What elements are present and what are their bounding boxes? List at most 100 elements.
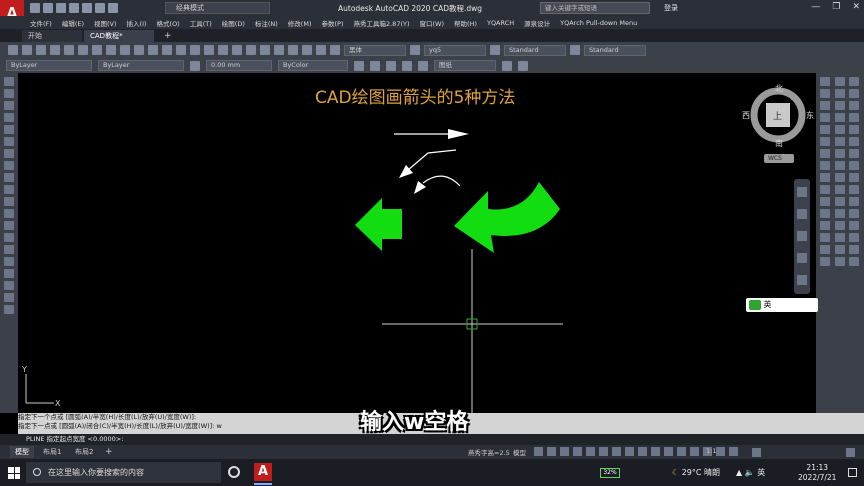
arc-icon[interactable] xyxy=(4,137,14,146)
match-properties-icon[interactable] xyxy=(134,45,144,55)
markup-icon[interactable] xyxy=(288,45,298,55)
yq-tool-20-icon[interactable] xyxy=(849,113,859,122)
undo-tool-icon[interactable] xyxy=(148,45,158,55)
yq-tool-7-icon[interactable] xyxy=(835,149,845,158)
erase-icon[interactable] xyxy=(820,77,830,86)
customization-icon[interactable] xyxy=(846,448,855,457)
properties-icon[interactable] xyxy=(232,45,242,55)
cut-icon[interactable] xyxy=(92,45,102,55)
mtext-icon[interactable] xyxy=(4,293,14,302)
yq-tool-32-icon[interactable] xyxy=(849,257,859,266)
mirror-icon[interactable] xyxy=(820,101,830,110)
workspace-switch-icon[interactable] xyxy=(752,448,761,457)
yq-tool-23-icon[interactable] xyxy=(849,149,859,158)
spline-icon[interactable] xyxy=(4,173,14,182)
showmotion-nav-icon[interactable] xyxy=(797,275,807,285)
model-space-toggle[interactable]: 模型 xyxy=(513,447,526,457)
transparency-icon[interactable] xyxy=(625,447,634,456)
auto-scale-icon[interactable] xyxy=(716,447,725,456)
zoom-previous-icon[interactable] xyxy=(218,45,228,55)
wcs-menu[interactable]: WCS xyxy=(768,155,782,162)
layer-freeze-icon[interactable] xyxy=(386,60,396,71)
annotation-text-height[interactable]: 燕秀字高=2.5 xyxy=(468,447,510,457)
workspace-select[interactable]: 经典模式 xyxy=(165,2,270,14)
copy-object-icon[interactable] xyxy=(820,89,830,98)
weather-widget[interactable]: ☾ 29°C 晴朗 xyxy=(672,467,720,478)
color-select[interactable]: ByLayer xyxy=(6,60,92,71)
menu-dimension[interactable]: 标注(N) xyxy=(255,18,278,28)
login-button[interactable]: 登录 xyxy=(664,3,678,13)
point-icon[interactable] xyxy=(4,233,14,242)
chamfer-icon[interactable] xyxy=(820,233,830,242)
line-arrow-1[interactable] xyxy=(394,129,469,139)
yq-tool-31-icon[interactable] xyxy=(849,245,859,254)
gradient-icon[interactable] xyxy=(4,257,14,266)
menu-yuanquan[interactable]: 源泉设计 xyxy=(524,18,550,28)
layer-color-icon[interactable] xyxy=(418,60,428,71)
yq-tool-19-icon[interactable] xyxy=(849,101,859,110)
yq-tool-26-icon[interactable] xyxy=(849,185,859,194)
yq-tool-27-icon[interactable] xyxy=(849,197,859,206)
green-block-arrow[interactable] xyxy=(355,198,402,251)
command-prompt[interactable]: PLINE 指定起点宽度 <0.0000>: xyxy=(26,435,123,443)
windows-start-icon[interactable] xyxy=(8,467,20,479)
yq-tool-17-icon[interactable] xyxy=(849,77,859,86)
make-current-icon[interactable] xyxy=(502,60,512,71)
table-style-select[interactable]: Standard xyxy=(504,44,566,56)
menu-tools[interactable]: 工具(T) xyxy=(190,18,212,28)
menu-yqarch[interactable]: YQARCH xyxy=(487,19,514,27)
yq-tool-11-icon[interactable] xyxy=(835,197,845,206)
viewcube-top-face[interactable]: 上 xyxy=(773,109,782,122)
yq-tool-1-icon[interactable] xyxy=(835,77,845,86)
orbit-nav-icon[interactable] xyxy=(797,253,807,263)
zoom-window-icon[interactable] xyxy=(204,45,214,55)
preview-icon[interactable] xyxy=(64,45,74,55)
menu-help[interactable]: 帮助(H) xyxy=(454,18,477,28)
linetype-select[interactable]: ByLayer xyxy=(98,60,184,71)
table-icon[interactable] xyxy=(4,281,14,290)
autocad-logo[interactable]: A xyxy=(0,0,24,16)
yq-tool-4-icon[interactable] xyxy=(835,113,845,122)
viewcube[interactable]: 北 南 东 西 上 WCS xyxy=(742,83,814,173)
yq-tool-12-icon[interactable] xyxy=(835,209,845,218)
rectangle-icon[interactable] xyxy=(4,125,14,134)
pan-nav-icon[interactable] xyxy=(797,209,807,219)
save-file-icon[interactable] xyxy=(36,45,46,55)
close-icon[interactable]: ✕ xyxy=(852,2,860,12)
green-curved-arrow[interactable] xyxy=(454,182,560,253)
yq-tool-2-icon[interactable] xyxy=(835,89,845,98)
ellipse-icon[interactable] xyxy=(4,185,14,194)
zoom-realtime-icon[interactable] xyxy=(190,45,200,55)
make-block-icon[interactable] xyxy=(4,221,14,230)
selection-filter-icon[interactable] xyxy=(677,447,686,456)
notification-icon[interactable] xyxy=(848,468,857,477)
dynamic-ucs-icon[interactable] xyxy=(664,447,673,456)
minimize-icon[interactable]: — xyxy=(811,2,820,12)
layer-lock-icon[interactable] xyxy=(402,60,412,71)
ellipse-arc-icon[interactable] xyxy=(4,197,14,206)
taskbar-search-input[interactable]: 在这里输入你要搜索的内容 xyxy=(26,462,221,483)
cortana-icon[interactable] xyxy=(228,466,240,478)
new-icon[interactable] xyxy=(30,3,40,13)
revcloud-icon[interactable] xyxy=(4,161,14,170)
add-layout-icon[interactable]: + xyxy=(100,446,118,458)
grid-icon[interactable] xyxy=(534,447,543,456)
yq-tool-10-icon[interactable] xyxy=(835,185,845,194)
yq-tool-28-icon[interactable] xyxy=(849,209,859,218)
lineweight-toggle-icon[interactable] xyxy=(612,447,621,456)
yq-tool-22-icon[interactable] xyxy=(849,137,859,146)
menu-edit[interactable]: 编辑(E) xyxy=(62,18,84,28)
yq-tool-25-icon[interactable] xyxy=(849,173,859,182)
save-icon[interactable] xyxy=(56,3,66,13)
osnap-icon[interactable] xyxy=(586,447,595,456)
publish-icon[interactable] xyxy=(78,45,88,55)
yq-tool-8-icon[interactable] xyxy=(835,161,845,170)
menu-view[interactable]: 视图(V) xyxy=(94,18,117,28)
menu-file[interactable]: 文件(F) xyxy=(30,18,52,28)
drawing-canvas[interactable]: CAD绘图画箭头的5种方法 Y X 北 南 东 西 上 WCS xyxy=(18,73,816,413)
plotstyle-select[interactable]: ByColor xyxy=(278,60,348,71)
gizmo-icon[interactable] xyxy=(690,447,699,456)
snap-icon[interactable] xyxy=(547,447,556,456)
tab-cad-drawing[interactable]: CAD教程* xyxy=(84,30,154,42)
open-icon[interactable] xyxy=(43,3,53,13)
